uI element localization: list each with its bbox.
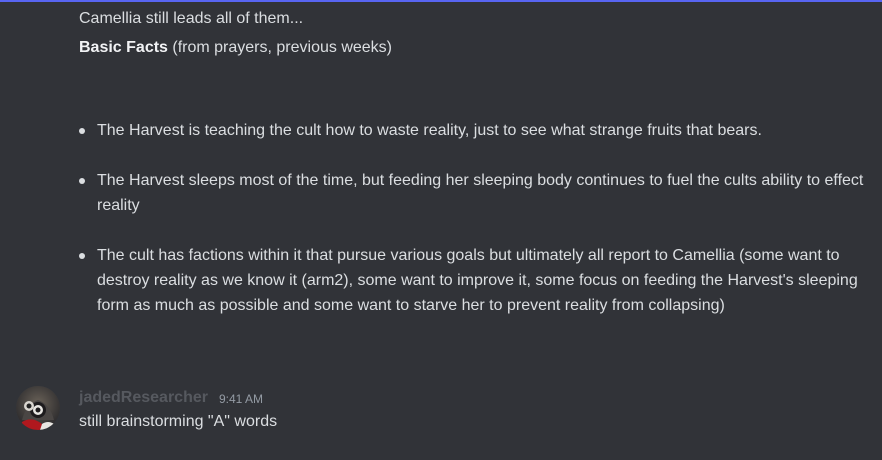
bullet-icon [79,178,85,184]
chat-message: jadedResearcher 9:41 AM still brainstorm… [0,380,882,460]
facts-heading: Basic Facts (from prayers, previous week… [79,37,869,59]
facts-heading-bold: Basic Facts [79,39,168,56]
message-text: still brainstorming "A" words [79,413,278,430]
message-continuation: Camellia still leads all of them... Basi… [79,8,869,59]
facts-heading-rest: (from prayers, previous weeks) [167,39,392,56]
list-item: The Harvest sleeps most of the time, but… [79,168,869,218]
bullet-icon [79,253,85,259]
facts-list: The Harvest is teaching the cult how to … [79,118,869,318]
list-item: The cult has factions within it that pur… [79,243,869,318]
channel-accent-bar [0,0,882,2]
message-timestamp[interactable]: 9:41 AM [219,391,263,407]
list-item-text: The Harvest sleeps most of the time, but… [97,172,864,214]
message-text-line: Camellia still leads all of them... [79,10,304,27]
avatar-image [16,386,60,430]
list-item-text: The Harvest is teaching the cult how to … [97,122,762,139]
avatar-icon[interactable] [16,386,60,430]
list-item: The Harvest is teaching the cult how to … [79,118,869,143]
username[interactable]: jadedResearcher [79,388,208,408]
bullet-icon [79,128,85,134]
list-item-text: The cult has factions within it that pur… [97,247,858,314]
